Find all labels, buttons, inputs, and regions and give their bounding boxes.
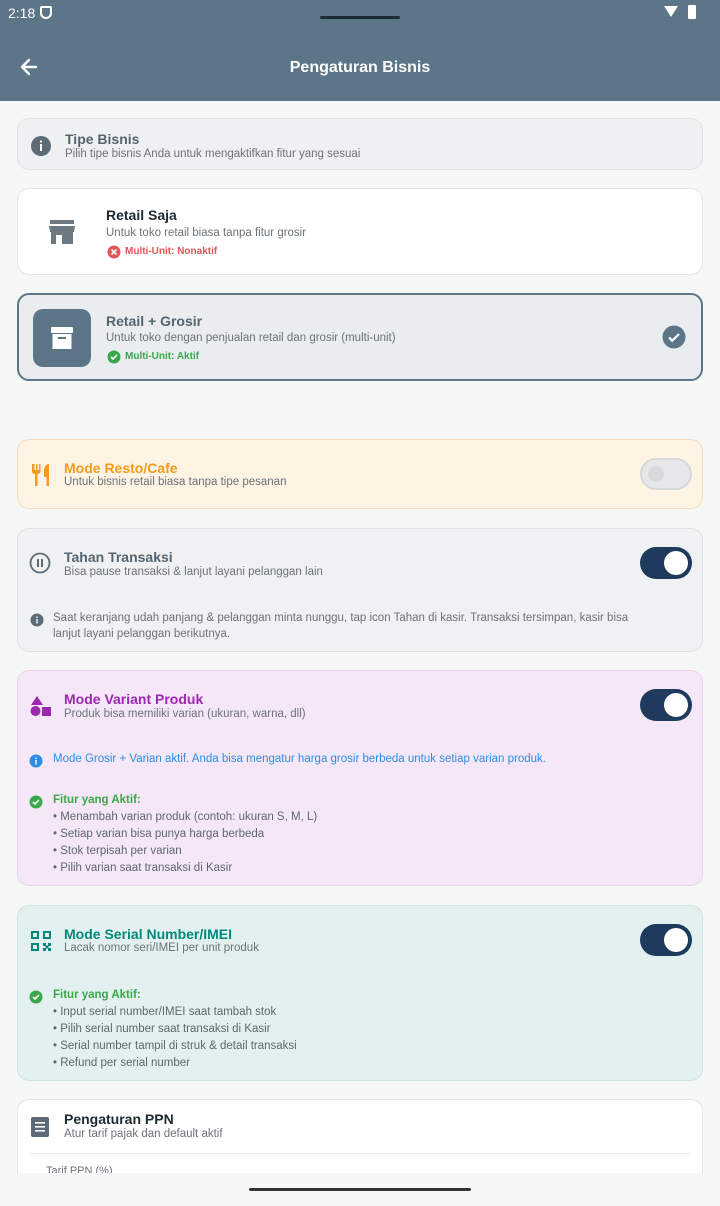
list-item: • Pilih serial number saat transaksi di … xyxy=(53,1023,271,1035)
tipe-bisnis-title: Tipe Bisnis xyxy=(65,131,140,147)
store-icon xyxy=(48,219,76,250)
list-item: • Serial number tampil di struk & detail… xyxy=(53,1040,297,1052)
option-subtitle: Untuk toko retail biasa tanpa fitur gros… xyxy=(106,227,307,239)
check-circle-icon xyxy=(29,990,43,1009)
list-item: • Stok terpisah per varian xyxy=(53,845,182,857)
info-icon xyxy=(29,754,43,773)
list-item: • Pilih varian saat transaksi di Kasir xyxy=(53,862,233,874)
variant-mode-card: Mode Variant Produk Produk bisa memiliki… xyxy=(17,670,703,886)
ppn-title: Pengaturan PPN xyxy=(64,1111,174,1127)
option-title: Retail + Grosir xyxy=(106,313,203,329)
list-item: • Setiap varian bisa punya harga berbeda xyxy=(53,828,265,840)
resto-title: Mode Resto/Cafe xyxy=(64,460,178,476)
wifi-icon xyxy=(664,6,678,17)
tahan-transaksi-card: Tahan Transaksi Bisa pause transaksi & l… xyxy=(17,528,703,652)
app-bar: Pengaturan Bisnis xyxy=(0,32,720,101)
multi-unit-badge: Multi-Unit: Nonaktif xyxy=(125,246,218,257)
variant-features-title: Fitur yang Aktif: xyxy=(53,794,141,806)
camera-pill xyxy=(320,16,400,19)
serial-features-list: • Input serial number/IMEI saat tambah s… xyxy=(53,1004,297,1072)
shield-icon xyxy=(40,6,52,19)
battery-icon xyxy=(688,5,696,19)
restaurant-icon xyxy=(30,463,52,492)
serial-features-title: Fitur yang Aktif: xyxy=(53,989,141,1001)
qr-code-icon xyxy=(30,930,52,957)
check-circle-icon xyxy=(29,795,43,814)
serial-toggle[interactable] xyxy=(640,924,692,956)
selected-check-icon xyxy=(662,325,686,354)
variant-subtitle: Produk bisa memiliki varian (ukuran, war… xyxy=(64,708,306,720)
resto-toggle[interactable] xyxy=(640,458,692,490)
tahan-info-line2: lanjut layani pelanggan berikutnya. xyxy=(53,628,231,640)
check-circle-icon xyxy=(107,350,121,369)
list-item: • Refund per serial number xyxy=(53,1057,190,1069)
option-retail-saja[interactable]: Retail Saja Untuk toko retail biasa tanp… xyxy=(17,188,703,275)
tahan-subtitle: Bisa pause transaksi & lanjut layani pel… xyxy=(64,566,323,578)
error-icon xyxy=(107,245,121,264)
home-indicator[interactable] xyxy=(249,1188,471,1191)
status-bar: 2:18 xyxy=(0,0,720,32)
tahan-info-line1: Saat keranjang udah panjang & pelanggan … xyxy=(53,612,629,624)
info-icon xyxy=(30,613,44,632)
resto-subtitle: Untuk bisnis retail biasa tanpa tipe pes… xyxy=(64,476,287,488)
resto-mode-card: Mode Resto/Cafe Untuk bisnis retail bias… xyxy=(17,439,703,509)
info-icon xyxy=(30,135,52,162)
variant-title: Mode Variant Produk xyxy=(64,691,204,707)
tahan-toggle[interactable] xyxy=(640,547,692,579)
option-title: Retail Saja xyxy=(106,207,177,223)
list-item: • Input serial number/IMEI saat tambah s… xyxy=(53,1006,277,1018)
shapes-icon xyxy=(30,695,52,722)
option-subtitle: Untuk toko dengan penjualan retail dan g… xyxy=(106,332,396,344)
pause-circle-icon xyxy=(29,552,51,579)
variant-info: Mode Grosir + Varian aktif. Anda bisa me… xyxy=(53,753,546,765)
divider xyxy=(30,1153,690,1154)
page-title: Pengaturan Bisnis xyxy=(289,59,431,76)
serial-mode-card: Mode Serial Number/IMEI Lacak nomor seri… xyxy=(17,905,703,1081)
variant-toggle[interactable] xyxy=(640,689,692,721)
serial-subtitle: Lacak nomor seri/IMEI per unit produk xyxy=(64,942,259,954)
ppn-subtitle: Atur tarif pajak dan default aktif xyxy=(64,1128,223,1140)
tipe-bisnis-card: Tipe Bisnis Pilih tipe bisnis Anda untuk… xyxy=(17,118,703,170)
option-retail-grosir[interactable]: Retail + Grosir Untuk toko dengan penjua… xyxy=(17,293,703,381)
tipe-bisnis-subtitle: Pilih tipe bisnis Anda untuk mengaktifka… xyxy=(65,148,361,160)
status-time: 2:18 xyxy=(8,5,36,21)
tahan-title: Tahan Transaksi xyxy=(64,549,173,565)
list-item: • Menambah varian produk (contoh: ukuran… xyxy=(53,811,318,823)
multi-unit-badge: Multi-Unit: Aktif xyxy=(125,351,200,362)
receipt-icon xyxy=(30,1116,50,1143)
serial-title: Mode Serial Number/IMEI xyxy=(64,926,233,942)
archive-icon xyxy=(33,309,91,367)
variant-features-list: • Menambah varian produk (contoh: ukuran… xyxy=(53,809,317,877)
